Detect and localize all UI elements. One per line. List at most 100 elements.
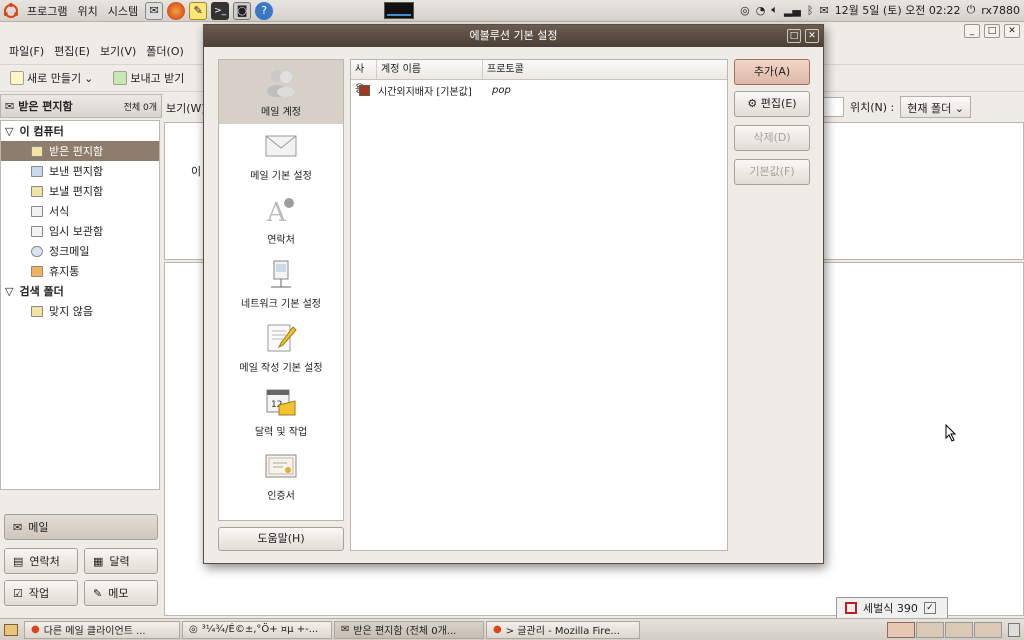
category-certificates[interactable]: 인증서 bbox=[219, 444, 343, 508]
firefox-launcher-icon[interactable] bbox=[167, 1, 186, 20]
switcher-tasks[interactable]: ☑ 작업 bbox=[4, 580, 78, 606]
evolution-launcher-icon[interactable]: ✉ bbox=[145, 1, 164, 20]
system-tray: ◎ ◔ 🔈︎ ▂▄ ᛒ ✉ 12월 5일 (토) 오전 02:22 ⏻ rx78… bbox=[740, 2, 1020, 18]
templates-icon bbox=[31, 205, 43, 217]
folder-templates[interactable]: 서식 bbox=[1, 201, 159, 221]
account-row[interactable]: 시간외지배자 [기본값] pop bbox=[351, 80, 727, 100]
maximize-button[interactable]: □ bbox=[984, 24, 1000, 38]
send-receive-button[interactable]: 보내고 받기 bbox=[107, 68, 190, 88]
menu-applications[interactable]: 프로그램 bbox=[22, 3, 72, 19]
location-select[interactable]: 현재 폴더 ⌄ bbox=[900, 96, 971, 118]
switcher-calendar[interactable]: ▦ 달력 bbox=[84, 548, 158, 574]
switcher-memo[interactable]: ✎ 메모 bbox=[84, 580, 158, 606]
chevron-down-icon[interactable]: ⌄ bbox=[84, 72, 93, 85]
tree-group-label: 이 컴퓨터 bbox=[19, 125, 64, 138]
view-label[interactable]: 보기(W) bbox=[166, 100, 206, 116]
dialog-close-button[interactable]: ✕ bbox=[805, 29, 819, 43]
tree-group-search[interactable]: ▽ 검색 폴더 bbox=[1, 281, 159, 301]
search-folder-unmatched[interactable]: 맞지 않음 bbox=[1, 301, 159, 321]
inbox-icon bbox=[31, 145, 43, 157]
workspace-switcher[interactable] bbox=[887, 621, 1002, 638]
power-icon[interactable]: ⏻ bbox=[967, 3, 976, 17]
show-desktop-icon[interactable] bbox=[4, 623, 18, 636]
menu-file[interactable]: 파일(F) bbox=[4, 43, 49, 59]
system-monitor-applet[interactable] bbox=[384, 2, 414, 19]
close-button[interactable]: ✕ bbox=[1004, 24, 1020, 38]
update-notifier-icon[interactable]: ◔ bbox=[756, 4, 766, 17]
task-window-2[interactable]: ◎ ³¼¾/É©±‚°Ö+ ¤µ +‑... bbox=[182, 620, 332, 639]
folder-label: 정크메일 bbox=[49, 245, 90, 258]
account-name: 시간외지배자 [기본값] bbox=[378, 86, 472, 98]
task-firefox-blog[interactable]: ● > 글관리 - Mozilla Fire... bbox=[486, 620, 640, 639]
task-label: > 글관리 - Mozilla Fire... bbox=[505, 626, 620, 637]
default-account-button[interactable]: 기본값(F) bbox=[734, 159, 810, 185]
folder-inbox[interactable]: 받은 편지함 bbox=[1, 141, 159, 161]
folder-trash[interactable]: 휴지통 bbox=[1, 261, 159, 281]
category-composer[interactable]: 메일 작성 기본 설정 bbox=[219, 316, 343, 380]
screenshot-launcher-icon[interactable]: ◙ bbox=[233, 1, 252, 20]
switcher-label: 메일 bbox=[28, 521, 49, 534]
category-network[interactable]: 네트워크 기본 설정 bbox=[219, 252, 343, 316]
workspace-1[interactable] bbox=[887, 621, 915, 638]
switcher-label: 메모 bbox=[108, 587, 129, 600]
clock[interactable]: 12월 5일 (토) 오전 02:22 bbox=[835, 2, 961, 18]
category-label: 메일 계정 bbox=[261, 107, 301, 118]
column-account-name[interactable]: 계정 이름 bbox=[377, 60, 483, 79]
ubuntu-logo-icon[interactable] bbox=[2, 2, 20, 20]
account-enabled-checkbox[interactable] bbox=[359, 84, 370, 96]
sent-icon bbox=[31, 165, 43, 177]
network-signal-icon[interactable]: ▂▄ bbox=[784, 4, 801, 17]
task-label: ³¼¾/É©±‚°Ö+ ¤µ +‑... bbox=[201, 624, 319, 635]
task-firefox-mail[interactable]: ● 다른 메일 클라이언트 ... bbox=[24, 620, 180, 639]
workspace-3[interactable] bbox=[945, 621, 973, 638]
menu-folder[interactable]: 폴더(O) bbox=[141, 43, 188, 59]
delete-account-button[interactable]: 삭제(D) bbox=[734, 125, 810, 151]
folder-tree: ▽ 이 컴퓨터 받은 편지함 보낸 편지함 보낼 편지함 서식 임시 보관함 정… bbox=[0, 120, 160, 490]
drafts-icon bbox=[31, 225, 43, 237]
menu-edit[interactable]: 편집(E) bbox=[49, 43, 95, 59]
bluetooth-icon[interactable]: ᛒ bbox=[807, 4, 814, 17]
terminal-launcher-icon[interactable]: >_ bbox=[211, 1, 230, 20]
new-button-label: 새로 만들기 bbox=[27, 72, 82, 85]
switcher-label: 연락처 bbox=[29, 555, 60, 568]
switcher-mail[interactable]: ✉ 메일 bbox=[4, 514, 158, 540]
task-label: 받은 편지함 (전체 0개... bbox=[353, 626, 457, 637]
workspace-4[interactable] bbox=[974, 621, 1002, 638]
category-mail-preferences[interactable]: 메일 기본 설정 bbox=[219, 124, 343, 188]
add-account-button[interactable]: 추가(A) bbox=[734, 59, 810, 85]
category-mail-accounts[interactable]: 메일 계정 bbox=[219, 60, 343, 124]
help-launcher-icon[interactable]: ? bbox=[255, 1, 274, 20]
task-evolution-inbox[interactable]: ✉ 받은 편지함 (전체 0개... bbox=[334, 620, 484, 639]
ime-indicator[interactable]: 세벌식 390 ✓ bbox=[836, 597, 948, 619]
folder-outbox[interactable]: 보낼 편지함 bbox=[1, 181, 159, 201]
default-label: 기본값(F) bbox=[749, 165, 795, 178]
help-button[interactable]: 도움말(H) bbox=[218, 527, 344, 551]
category-calendar-tasks[interactable]: 12 달력 및 작업 bbox=[219, 380, 343, 444]
folder-drafts[interactable]: 임시 보관함 bbox=[1, 221, 159, 241]
menu-system[interactable]: 시스템 bbox=[103, 3, 143, 19]
collapse-triangle-icon[interactable]: ▽ bbox=[5, 125, 13, 138]
column-enabled[interactable]: 사용 bbox=[351, 60, 377, 95]
volume-icon[interactable]: 🔈︎ bbox=[771, 3, 778, 17]
menu-places[interactable]: 위치 bbox=[72, 3, 102, 19]
collapse-triangle-icon[interactable]: ▽ bbox=[5, 285, 13, 298]
mail-notify-icon[interactable]: ✉ bbox=[819, 4, 828, 17]
minimize-button[interactable]: _ bbox=[964, 24, 980, 38]
tree-group-local[interactable]: ▽ 이 컴퓨터 bbox=[1, 121, 159, 141]
column-protocol[interactable]: 프로토콜 bbox=[483, 60, 727, 79]
switcher-contacts[interactable]: ▤ 연락처 bbox=[4, 548, 78, 574]
menu-view[interactable]: 보기(V) bbox=[95, 43, 141, 59]
user-name[interactable]: rx7880 bbox=[981, 4, 1020, 17]
tray-app-icon[interactable]: ◎ bbox=[740, 4, 750, 17]
workspace-2[interactable] bbox=[916, 621, 944, 638]
text-editor-launcher-icon[interactable]: ✎ bbox=[189, 1, 208, 20]
dialog-maximize-button[interactable]: □ bbox=[787, 29, 801, 43]
edit-account-button[interactable]: ⚙ 편집(E) bbox=[734, 91, 810, 117]
folder-junk[interactable]: 정크메일 bbox=[1, 241, 159, 261]
new-button[interactable]: 새로 만들기 ⌄ bbox=[4, 68, 99, 88]
delete-label: 삭제(D) bbox=[753, 131, 791, 144]
folder-sent[interactable]: 보낸 편지함 bbox=[1, 161, 159, 181]
category-contacts[interactable]: A 연락처 bbox=[219, 188, 343, 252]
trash-icon[interactable] bbox=[1008, 622, 1020, 637]
ime-check-icon[interactable]: ✓ bbox=[923, 602, 936, 614]
